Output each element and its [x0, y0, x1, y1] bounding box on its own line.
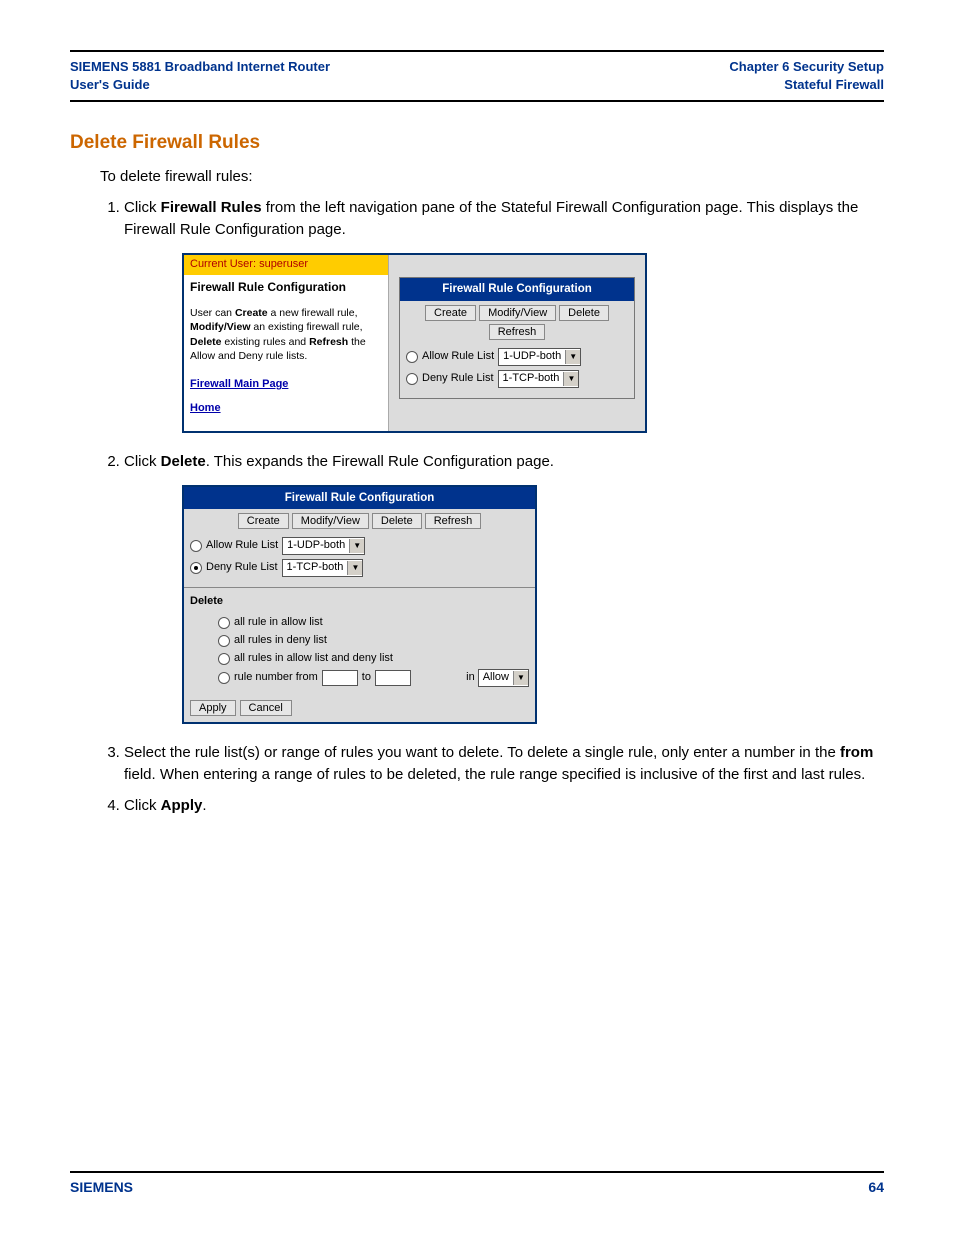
- delete-opt-deny-radio[interactable]: [218, 635, 230, 647]
- config-header: Firewall Rule Configuration: [400, 278, 634, 301]
- deny-rule-label: Deny Rule List: [422, 371, 494, 387]
- create-button[interactable]: Create: [238, 513, 289, 529]
- deny-rule-select[interactable]: 1-TCP-both▼: [282, 559, 364, 577]
- header-chapter: Chapter 6 Security Setup: [729, 58, 884, 76]
- delete-opt-both-label: all rules in allow list and deny list: [234, 651, 393, 667]
- create-button[interactable]: Create: [425, 305, 476, 321]
- step-1: Click Firewall Rules from the left navig…: [124, 197, 884, 432]
- allow-rule-select[interactable]: 1-UDP-both▼: [282, 537, 365, 555]
- page-footer: SIEMENS 64: [70, 1171, 884, 1195]
- range-list-select[interactable]: Allow▼: [478, 669, 529, 687]
- modify-view-button[interactable]: Modify/View: [292, 513, 369, 529]
- delete-button[interactable]: Delete: [372, 513, 422, 529]
- screenshot-panel-1: Current User: superuser Firewall Rule Co…: [182, 253, 647, 433]
- page-header: SIEMENS 5881 Broadband Internet Router U…: [70, 50, 884, 102]
- header-section: Stateful Firewall: [729, 76, 884, 94]
- refresh-button[interactable]: Refresh: [489, 324, 546, 340]
- header-product: SIEMENS 5881 Broadband Internet Router: [70, 58, 330, 76]
- delete-button[interactable]: Delete: [559, 305, 609, 321]
- left-panel-title: Firewall Rule Configuration: [184, 275, 388, 306]
- delete-opt-range-in: in: [466, 670, 475, 686]
- allow-rule-label: Allow Rule List: [206, 538, 278, 554]
- intro-text: To delete firewall rules:: [100, 166, 884, 187]
- chevron-down-icon: ▼: [563, 372, 578, 386]
- modify-view-button[interactable]: Modify/View: [479, 305, 556, 321]
- delete-opt-allow-label: all rule in allow list: [234, 615, 323, 631]
- allow-rule-select[interactable]: 1-UDP-both▼: [498, 348, 581, 366]
- header-subtitle: User's Guide: [70, 76, 330, 94]
- section-title: Delete Firewall Rules: [70, 132, 884, 154]
- footer-page-number: 64: [868, 1179, 884, 1195]
- config-header-2: Firewall Rule Configuration: [184, 487, 535, 510]
- allow-rule-radio[interactable]: [406, 351, 418, 363]
- firewall-main-page-link[interactable]: Firewall Main Page: [184, 373, 388, 397]
- footer-brand: SIEMENS: [70, 1179, 133, 1195]
- range-from-input[interactable]: [322, 670, 358, 686]
- refresh-button[interactable]: Refresh: [425, 513, 482, 529]
- current-user-banner: Current User: superuser: [184, 255, 388, 275]
- delete-opt-range-pre: rule number from: [234, 670, 318, 686]
- cancel-button[interactable]: Cancel: [240, 700, 292, 716]
- allow-rule-radio[interactable]: [190, 540, 202, 552]
- step-4: Click Apply.: [124, 795, 884, 817]
- screenshot-panel-2: Firewall Rule Configuration Create Modif…: [182, 485, 537, 724]
- deny-rule-radio[interactable]: [406, 373, 418, 385]
- delete-section-title: Delete: [190, 594, 529, 610]
- allow-rule-label: Allow Rule List: [422, 349, 494, 365]
- range-to-input[interactable]: [375, 670, 411, 686]
- left-panel-description: User can Create a new firewall rule, Mod…: [184, 306, 388, 373]
- deny-rule-radio[interactable]: [190, 562, 202, 574]
- delete-opt-allow-radio[interactable]: [218, 617, 230, 629]
- step-2: Click Delete. This expands the Firewall …: [124, 451, 884, 724]
- delete-opt-range-radio[interactable]: [218, 672, 230, 684]
- chevron-down-icon: ▼: [513, 671, 528, 685]
- step-3: Select the rule list(s) or range of rule…: [124, 742, 884, 786]
- deny-rule-label: Deny Rule List: [206, 560, 278, 576]
- delete-opt-deny-label: all rules in deny list: [234, 633, 327, 649]
- apply-button[interactable]: Apply: [190, 700, 236, 716]
- home-link[interactable]: Home: [184, 397, 388, 421]
- chevron-down-icon: ▼: [349, 539, 364, 553]
- delete-opt-range-to: to: [362, 670, 371, 686]
- deny-rule-select[interactable]: 1-TCP-both▼: [498, 370, 580, 388]
- chevron-down-icon: ▼: [565, 350, 580, 364]
- chevron-down-icon: ▼: [347, 561, 362, 575]
- delete-opt-both-radio[interactable]: [218, 653, 230, 665]
